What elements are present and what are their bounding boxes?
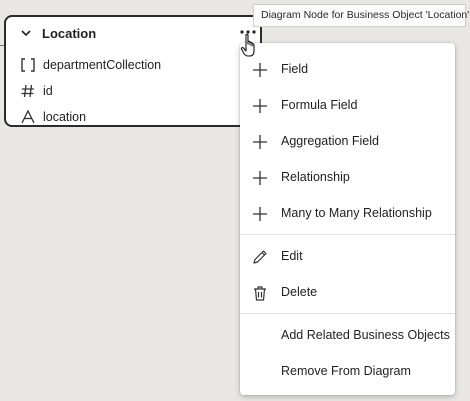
menu-item-label: Many to Many Relationship (281, 206, 432, 220)
menu-item-label: Edit (281, 249, 303, 263)
chevron-down-icon[interactable] (19, 26, 33, 40)
menu-item-label: Formula Field (281, 98, 358, 112)
plus-icon (253, 63, 267, 77)
menu-item-formula-field[interactable]: Formula Field (240, 88, 455, 124)
menu-item-label: Add Related Business Objects (281, 328, 450, 342)
menu-item-label: Relationship (281, 170, 350, 184)
diagram-node-location[interactable]: Location departmentCollection id locatio… (4, 15, 262, 127)
pencil-icon (253, 250, 267, 264)
trash-icon (254, 286, 266, 301)
attribute-row-location[interactable]: location (20, 107, 250, 127)
node-header: Location (6, 17, 260, 49)
context-menu: Field Formula Field Aggregation Field Re… (240, 43, 455, 395)
menu-item-label: Aggregation Field (281, 134, 379, 148)
collection-icon (21, 58, 35, 72)
menu-item-label: Delete (281, 285, 318, 299)
node-tooltip: Diagram Node for Business Object 'Locati… (253, 4, 469, 27)
menu-item-label: Field (281, 62, 309, 76)
plus-icon (253, 99, 267, 113)
hand-pointer-cursor-icon (240, 33, 255, 57)
text-type-icon (21, 109, 35, 124)
menu-separator (240, 313, 455, 314)
menu-item-label: Remove From Diagram (281, 364, 411, 378)
attribute-label: departmentCollection (43, 58, 162, 72)
attribute-row-departmentcollection[interactable]: departmentCollection (20, 55, 250, 75)
number-icon (21, 84, 34, 98)
attribute-label: location (43, 110, 87, 124)
menu-item-relationship[interactable]: Relationship (240, 160, 455, 196)
menu-item-aggregation-field[interactable]: Aggregation Field (240, 124, 455, 160)
plus-icon (253, 171, 267, 185)
attribute-label: id (43, 84, 53, 98)
plus-icon (253, 207, 267, 221)
menu-item-delete[interactable]: Delete (240, 275, 455, 311)
node-title: Location (42, 26, 97, 41)
menu-item-edit[interactable]: Edit (240, 239, 455, 275)
plus-icon (253, 135, 267, 149)
attribute-row-id[interactable]: id (20, 81, 250, 101)
menu-item-field[interactable]: Field (240, 52, 455, 88)
menu-item-add-related-business-objects[interactable]: Add Related Business Objects (240, 318, 455, 354)
menu-item-many-to-many-relationship[interactable]: Many to Many Relationship (240, 196, 455, 232)
menu-item-remove-from-diagram[interactable]: Remove From Diagram (240, 354, 455, 390)
menu-separator (240, 234, 455, 235)
